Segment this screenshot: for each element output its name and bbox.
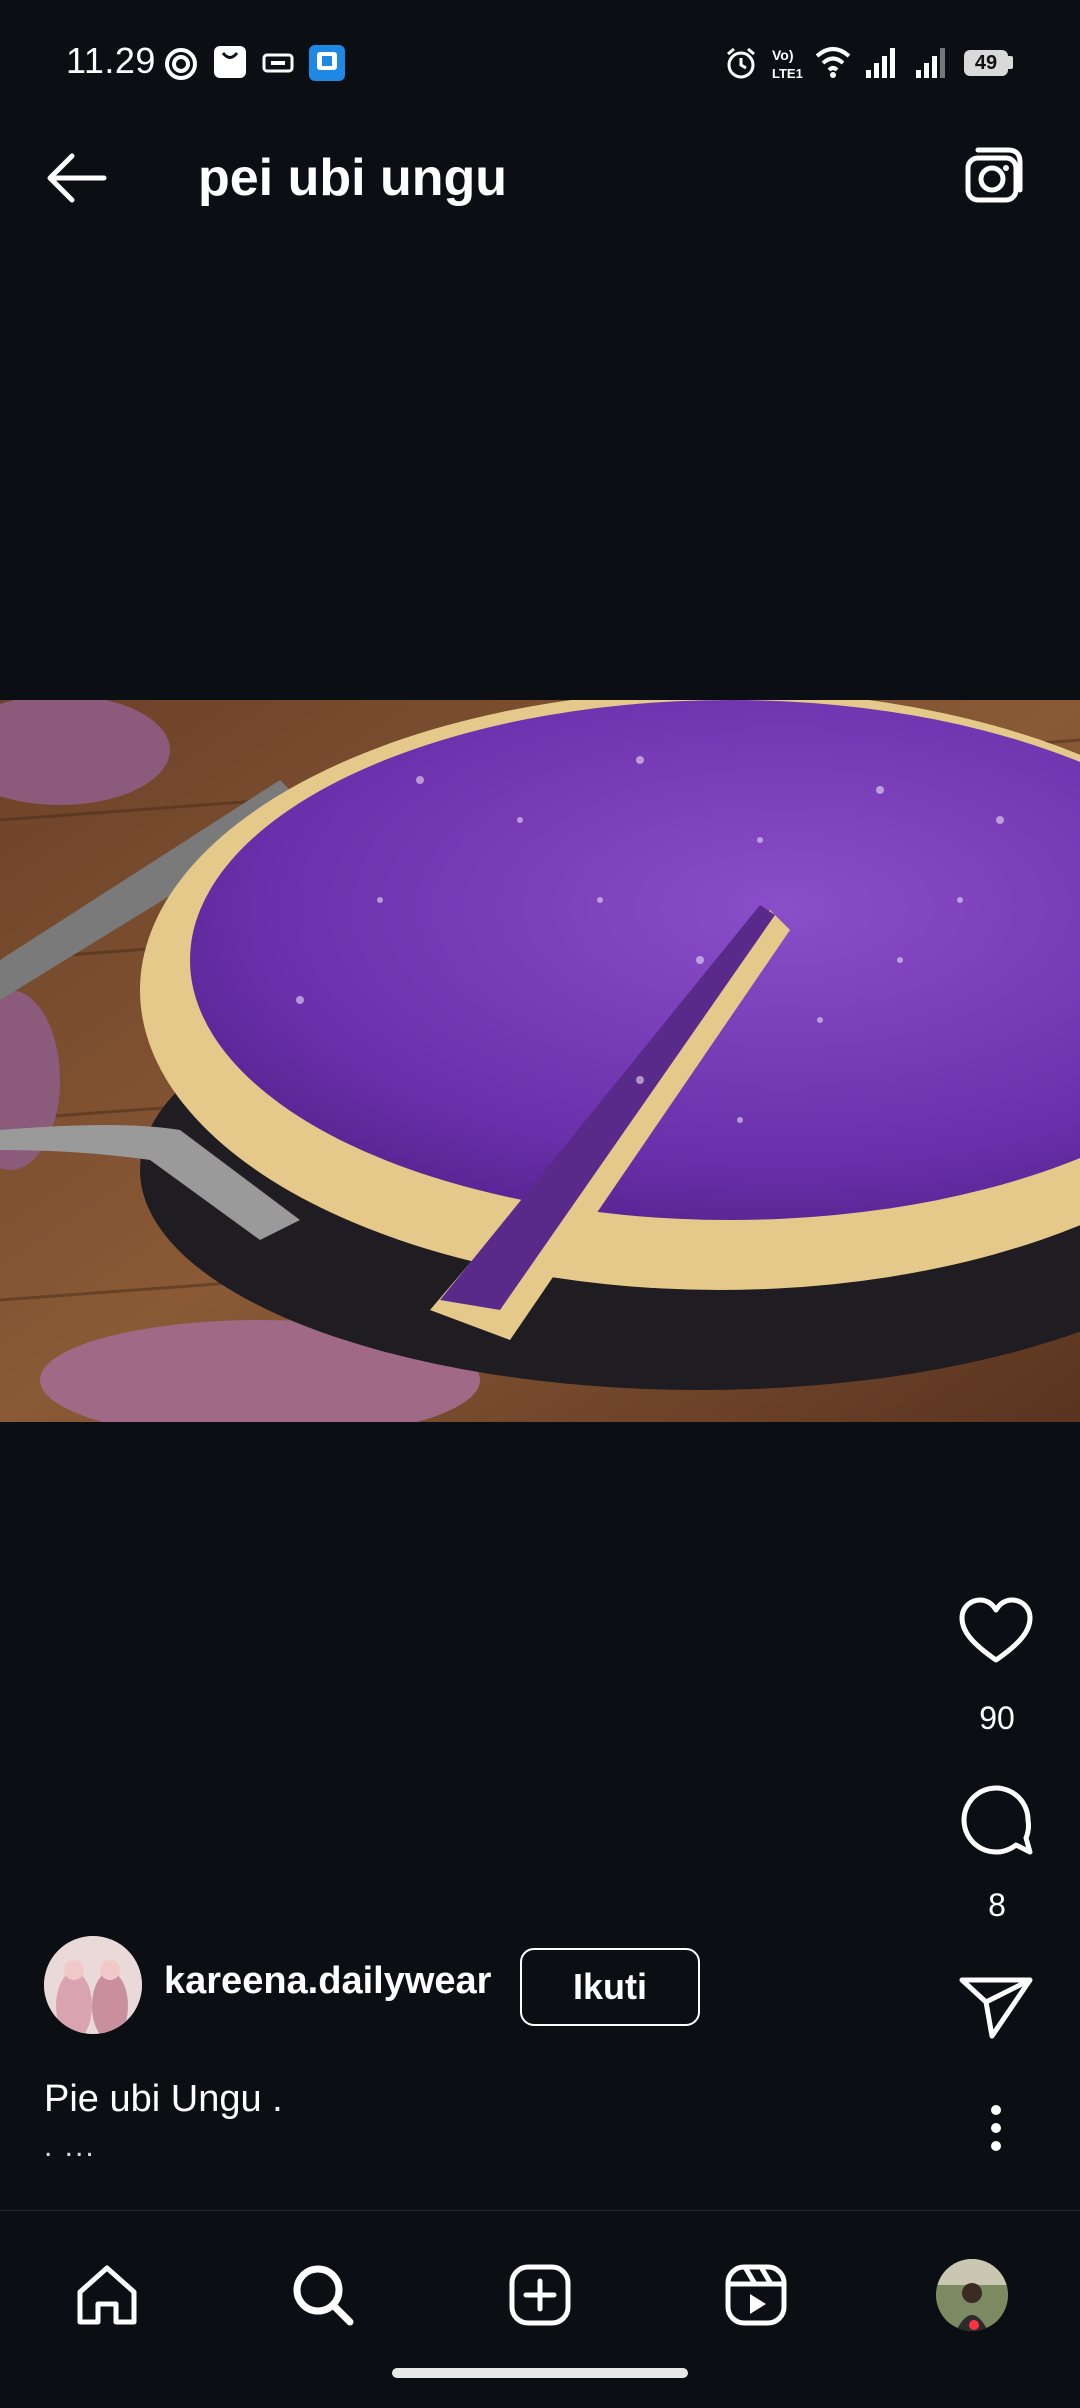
wifi-icon <box>815 47 851 78</box>
more-options-icon[interactable] <box>986 2104 1006 2152</box>
username[interactable]: kareena.dailywear <box>164 1960 491 2003</box>
volte-icon: Vo) LTE1 <box>772 47 803 81</box>
notification-dot <box>969 2320 979 2330</box>
nav-divider <box>0 2210 1080 2211</box>
svg-text:Vo): Vo) <box>772 47 794 63</box>
caption-more[interactable]: . ... <box>44 2130 96 2164</box>
alarm-icon <box>727 47 755 79</box>
nav-home[interactable] <box>52 2240 162 2350</box>
signal-icon <box>866 48 895 78</box>
caption[interactable]: Pie ubi Ungu . <box>44 2078 283 2121</box>
arrow-left-icon[interactable] <box>44 150 108 206</box>
avatar-image <box>44 1936 142 2034</box>
app-store-icon <box>309 45 345 81</box>
nav-reels[interactable] <box>701 2240 811 2350</box>
status-time: 11.29 <box>66 40 156 81</box>
signal-icon-2 <box>916 48 945 78</box>
reels-icon <box>725 2264 787 2326</box>
home-icon <box>77 2265 137 2325</box>
comment-icon[interactable] <box>958 1782 1034 1858</box>
signal-circle-icon <box>165 48 197 80</box>
follow-button[interactable]: Ikuti <box>520 1948 700 2026</box>
bag-icon <box>214 46 246 78</box>
battery-tip <box>1008 56 1013 69</box>
battery-icon: 49 <box>964 50 1008 76</box>
nav-add-post[interactable] <box>485 2240 595 2350</box>
add-post-icon <box>509 2264 571 2326</box>
svg-text:LTE1: LTE1 <box>772 66 803 81</box>
share-icon[interactable] <box>958 1974 1034 2040</box>
like-count: 90 <box>979 1700 1015 1736</box>
card-icon <box>262 53 294 73</box>
pie-illustration <box>0 700 1080 1422</box>
post-image[interactable] <box>0 700 1080 1422</box>
camera-icon[interactable] <box>958 146 1024 210</box>
search-icon <box>293 2265 354 2326</box>
page-title: pei ubi ungu <box>198 149 508 207</box>
home-indicator[interactable] <box>392 2368 688 2378</box>
nav-profile[interactable] <box>917 2240 1027 2350</box>
avatar[interactable] <box>44 1936 142 2034</box>
comment-count: 8 <box>988 1887 1006 1923</box>
nav-search[interactable] <box>268 2240 378 2350</box>
heart-icon[interactable] <box>958 1596 1034 1666</box>
